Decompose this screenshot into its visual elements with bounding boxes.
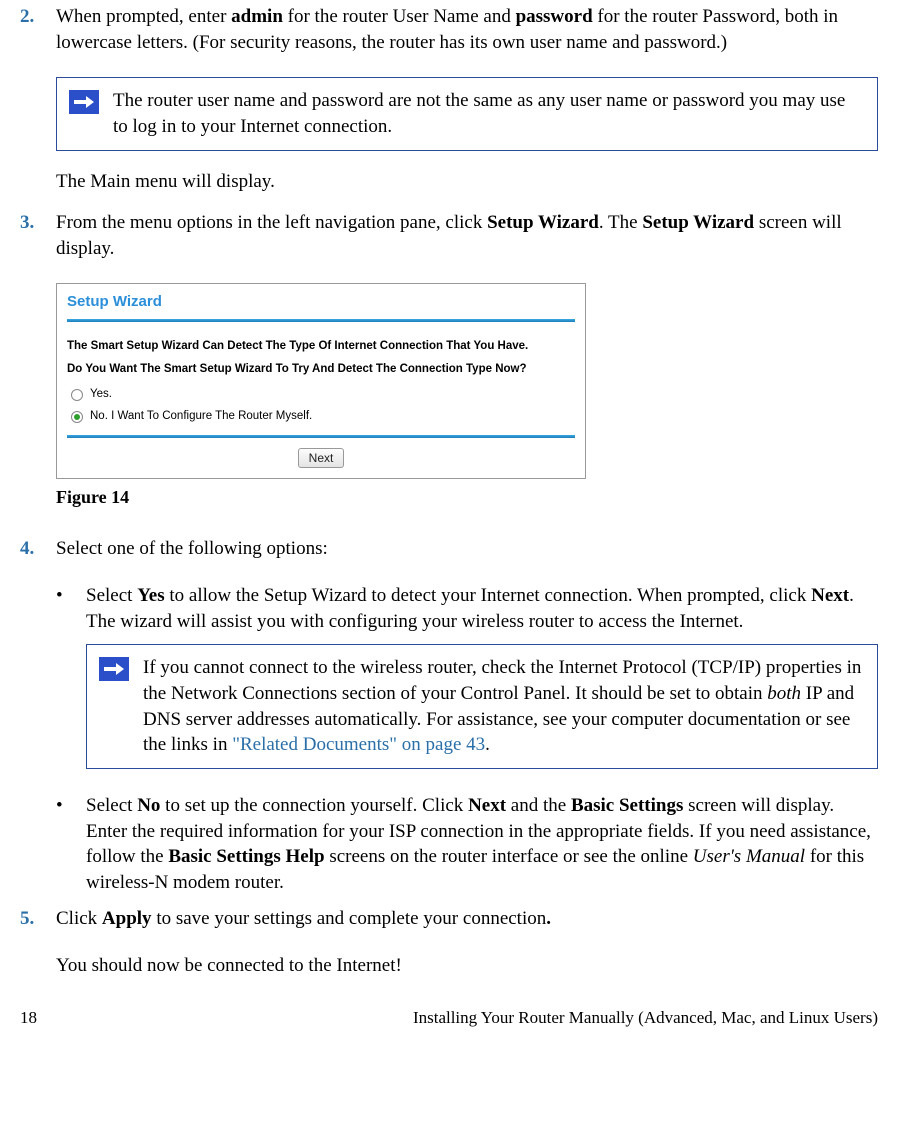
wizard-title: Setup Wizard [67, 292, 575, 312]
paragraph-block: The Main menu will display. [56, 169, 878, 195]
step-4: 4. Select one of the following options: [20, 536, 878, 570]
page-footer: 18 Installing Your Router Manually (Adva… [20, 1007, 878, 1046]
text: When prompted, enter [56, 6, 231, 27]
text: screens on the router interface or see t… [325, 846, 693, 867]
radio-label: No. I Want To Configure The Router Mysel… [90, 409, 312, 425]
bullet-item-yes: • Select Yes to allow the Setup Wizard t… [56, 583, 878, 634]
text: Click [56, 908, 102, 929]
text: and the [506, 795, 571, 816]
paragraph: Click Apply to save your settings and co… [56, 906, 878, 932]
bold-text: Basic Settings Help [168, 846, 324, 867]
text: Select [86, 585, 137, 606]
wizard-question-1: The Smart Setup Wizard Can Detect The Ty… [67, 338, 575, 355]
text: . The [599, 212, 642, 233]
wizard-question-2: Do You Want The Smart Setup Wizard To Tr… [67, 361, 575, 378]
bullet-item-no: • Select No to set up the connection you… [56, 793, 878, 896]
bold-text: Next [468, 795, 506, 816]
bold-text: . [546, 908, 551, 929]
page-number: 18 [20, 1007, 37, 1030]
step-number: 4. [20, 536, 56, 570]
note-text: If you cannot connect to the wireless ro… [143, 655, 863, 758]
step-number: 3. [20, 210, 56, 269]
paragraph: You should now be connected to the Inter… [56, 953, 878, 979]
arrow-right-icon [99, 657, 129, 681]
bold-text: Next [811, 585, 849, 606]
step-3: 3. From the menu options in the left nav… [20, 210, 878, 269]
step-5: 5. Click Apply to save your settings and… [20, 906, 878, 940]
text: for the router User Name and [283, 6, 516, 27]
radio-label: Yes. [90, 387, 112, 403]
document-page: 2. When prompted, enter admin for the ro… [20, 0, 878, 1046]
radio-icon [71, 389, 83, 401]
bold-text: Setup Wizard [642, 212, 754, 233]
bullet-mark: • [56, 793, 86, 896]
italic-text: both [767, 683, 801, 704]
paragraph-block: You should now be connected to the Inter… [56, 953, 878, 979]
bold-text: admin [231, 6, 283, 27]
paragraph: The Main menu will display. [56, 169, 878, 195]
divider [67, 435, 575, 438]
italic-text: User's Manual [693, 846, 805, 867]
step-number: 2. [20, 4, 56, 63]
paragraph: From the menu options in the left naviga… [56, 210, 878, 261]
note-box: If you cannot connect to the wireless ro… [86, 644, 878, 769]
bold-text: Basic Settings [571, 795, 683, 816]
figure-caption: Figure 14 [56, 485, 878, 509]
step-2: 2. When prompted, enter admin for the ro… [20, 4, 878, 63]
bold-text: password [516, 6, 593, 27]
divider [67, 319, 575, 322]
setup-wizard-figure: Setup Wizard The Smart Setup Wizard Can … [56, 283, 586, 479]
radio-option-no[interactable]: No. I Want To Configure The Router Mysel… [67, 406, 575, 428]
step-body: Select one of the following options: [56, 536, 878, 570]
text: From the menu options in the left naviga… [56, 212, 487, 233]
step-body: When prompted, enter admin for the route… [56, 4, 878, 63]
step-body: Click Apply to save your settings and co… [56, 906, 878, 940]
text: If you cannot connect to the wireless ro… [143, 657, 861, 704]
bold-text: Yes [137, 585, 164, 606]
paragraph: Select one of the following options: [56, 536, 878, 562]
link-related-documents[interactable]: "Related Documents" on page 43 [232, 734, 485, 755]
radio-icon [71, 411, 83, 423]
note-text: The router user name and password are no… [113, 88, 863, 139]
radio-option-yes[interactable]: Yes. [67, 384, 575, 406]
bold-text: Apply [102, 908, 152, 929]
text: to set up the connection yourself. Click [160, 795, 468, 816]
bullet-mark: • [56, 583, 86, 634]
footer-chapter-title: Installing Your Router Manually (Advance… [413, 1007, 878, 1030]
step-number: 5. [20, 906, 56, 940]
bold-text: No [137, 795, 160, 816]
button-row: Next [67, 448, 575, 468]
text: . [485, 734, 490, 755]
text: Select [86, 795, 137, 816]
bullet-body: Select No to set up the connection yours… [86, 793, 878, 896]
bold-text: Setup Wizard [487, 212, 599, 233]
note-box: The router user name and password are no… [56, 77, 878, 150]
bullet-body: Select Yes to allow the Setup Wizard to … [86, 583, 878, 634]
paragraph: When prompted, enter admin for the route… [56, 4, 878, 55]
text: to allow the Setup Wizard to detect your… [165, 585, 811, 606]
next-button[interactable]: Next [298, 448, 345, 468]
arrow-right-icon [69, 90, 99, 114]
text: to save your settings and complete your … [152, 908, 547, 929]
step-body: From the menu options in the left naviga… [56, 210, 878, 269]
